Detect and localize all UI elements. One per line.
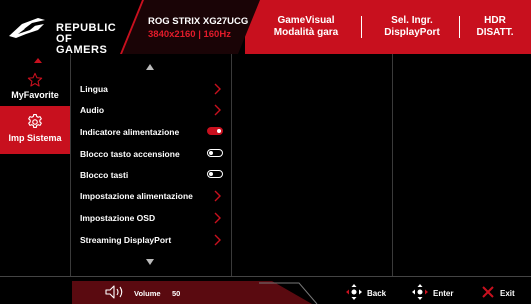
status-gamevisual-title: GameVisual: [277, 15, 335, 26]
menu-item-streaming-displayport[interactable]: Streaming DisplayPort: [80, 231, 225, 251]
exit-label: Exit: [500, 289, 515, 298]
menu-item-indicatore-alimentazione[interactable]: Indicatore alimentazione: [80, 123, 225, 143]
status-input-value: DisplayPort: [384, 27, 440, 38]
menu-item-label: Streaming DisplayPort: [80, 235, 172, 245]
status-input: Sel. Ingr. DisplayPort: [370, 15, 454, 39]
status-hdr: HDR DISATT.: [466, 15, 524, 39]
sidebar-divider: [70, 54, 71, 276]
status-gamevisual-value: Modalità gara: [273, 27, 339, 38]
footer-divider: [0, 276, 531, 277]
menu-item-label: Impostazione alimentazione: [80, 191, 193, 201]
menu-item-label: Blocco tasto accensione: [80, 149, 180, 159]
sidebar-scroll-up-icon[interactable]: [34, 58, 42, 63]
rog-logo: REPUBLIC OF GAMERS: [8, 10, 124, 56]
enter-button[interactable]: Enter: [410, 283, 460, 301]
osd-header: REPUBLIC OF GAMERS ROG STRIX XG27UCG 384…: [0, 0, 531, 56]
chevron-right-icon: [214, 83, 221, 95]
back-label: Back: [367, 289, 387, 298]
menu-item-blocco-tasto-accensione[interactable]: Blocco tasto accensione: [80, 145, 225, 165]
menu-scroll-down-icon[interactable]: [146, 259, 154, 265]
toggle-switch-off[interactable]: [207, 149, 223, 157]
menu-item-impostazione-alimentazione[interactable]: Impostazione alimentazione: [80, 187, 225, 207]
chevron-right-icon: [214, 104, 221, 116]
volume-label: Volume: [134, 289, 161, 298]
joystick-right-icon: [412, 284, 428, 300]
status-separator: [459, 16, 460, 38]
model-resolution: 3840x2160 | 160Hz: [148, 29, 231, 40]
sidebar-item-label: MyFavorite: [11, 90, 59, 100]
toggle-switch-off[interactable]: [207, 170, 223, 178]
joystick-left-icon: [346, 284, 362, 300]
status-hdr-title: HDR: [484, 15, 506, 26]
exit-button[interactable]: Exit: [481, 283, 525, 301]
menu-item-blocco-tasti[interactable]: Blocco tasti: [80, 166, 225, 186]
menu-item-label: Audio: [80, 105, 105, 115]
enter-label: Enter: [433, 289, 454, 298]
sidebar-item-myfavorite[interactable]: MyFavorite: [0, 70, 70, 110]
toggle-knob: [217, 129, 221, 133]
close-icon: [482, 286, 494, 298]
model-info: ROG STRIX XG27UCG 3840x2160 | 160Hz: [148, 16, 248, 40]
menu-item-label: Indicatore alimentazione: [80, 127, 180, 137]
gear-icon: [28, 113, 42, 129]
menu-item-impostazione-osd[interactable]: Impostazione OSD: [80, 209, 225, 229]
sidebar-item-imp-sistema[interactable]: Imp Sistema: [0, 106, 70, 154]
menu-item-label: Lingua: [80, 84, 108, 94]
rog-eye-icon: [9, 18, 45, 38]
star-icon: [27, 72, 43, 87]
menu-item-lingua[interactable]: Lingua: [80, 80, 225, 100]
toggle-switch-on[interactable]: [207, 127, 223, 135]
chevron-right-icon: [214, 212, 221, 224]
chevron-right-icon: [214, 190, 221, 202]
menu-scroll-up-icon[interactable]: [146, 64, 154, 70]
menu-item-label: Impostazione OSD: [80, 213, 156, 223]
model-name: ROG STRIX XG27UCG: [148, 16, 249, 27]
brand-line-1: REPUBLIC OF: [56, 22, 117, 45]
chevron-right-icon: [214, 234, 221, 246]
back-button[interactable]: Back: [344, 283, 390, 301]
status-separator: [361, 16, 362, 38]
menu-item-audio[interactable]: Audio: [80, 101, 225, 121]
sidebar-item-label: Imp Sistema: [8, 133, 62, 143]
volume-value: 50: [172, 289, 181, 298]
footer-accent-slash: [259, 282, 318, 304]
status-gamevisual: GameVisual Modalità gara: [258, 15, 354, 39]
toggle-knob: [209, 172, 213, 176]
status-input-title: Sel. Ingr.: [391, 15, 433, 26]
status-hdr-value: DISATT.: [476, 27, 514, 38]
column-divider: [231, 54, 232, 276]
speaker-icon: [105, 285, 123, 299]
column-divider: [392, 54, 393, 276]
toggle-knob: [209, 151, 213, 155]
menu-item-label: Blocco tasti: [80, 170, 129, 180]
